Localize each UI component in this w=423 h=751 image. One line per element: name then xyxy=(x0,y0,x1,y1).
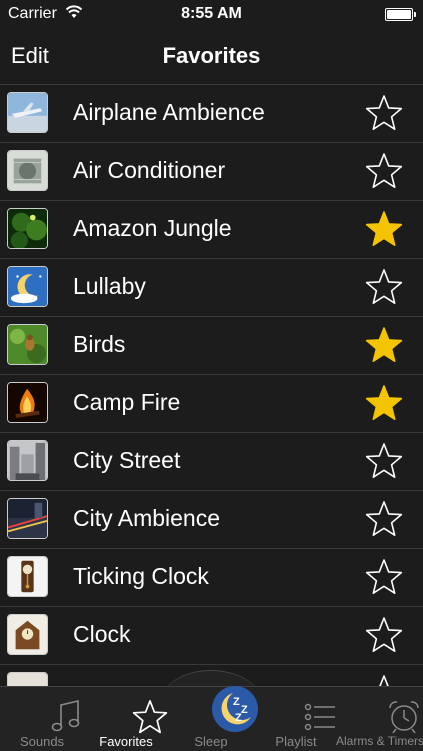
lullaby-thumbnail xyxy=(7,266,48,307)
tab-sounds[interactable]: Sounds xyxy=(0,687,84,751)
list-item-label: Ticking Clock xyxy=(73,563,209,589)
star-outline-icon[interactable] xyxy=(365,94,403,132)
jungle-thumbnail xyxy=(7,208,48,249)
list-item[interactable]: City Ambience xyxy=(0,490,423,548)
svg-text:Z: Z xyxy=(235,712,242,724)
page-title: Favorites xyxy=(162,43,261,68)
star-outline-icon[interactable] xyxy=(365,442,403,480)
star-outline-icon[interactable] xyxy=(365,500,403,538)
tab-sleep[interactable]: Z Z Z Sleep xyxy=(169,686,258,751)
list-item[interactable]: Airplane Ambience xyxy=(0,84,423,142)
list-item[interactable]: Birds xyxy=(0,316,423,374)
list-item[interactable]: Ticking Clock xyxy=(0,548,423,606)
list-item-label: City Ambience xyxy=(73,505,221,531)
tab-favorites[interactable]: Favorites xyxy=(84,687,168,751)
ticking-clock-thumbnail xyxy=(7,556,48,597)
tab-label: Playlist xyxy=(275,734,317,749)
air-conditioner-thumbnail xyxy=(7,150,48,191)
birds-thumbnail xyxy=(7,324,48,365)
list-item[interactable]: Amazon Jungle xyxy=(0,200,423,258)
list-item-label: Birds xyxy=(73,331,126,357)
tab-label: Alarms & Timers xyxy=(336,734,423,748)
star-filled-icon[interactable] xyxy=(365,210,403,248)
battery-icon xyxy=(385,8,416,21)
list-item[interactable]: Clock xyxy=(0,606,423,664)
list-item-label: City Street xyxy=(73,447,181,473)
airplane-thumbnail xyxy=(7,92,48,133)
tab-playlist[interactable]: Playlist xyxy=(254,687,338,751)
svg-text:Z: Z xyxy=(233,696,240,708)
list-item[interactable]: Camp Fire xyxy=(0,374,423,432)
list-item-label: Clock xyxy=(73,621,131,647)
clock-thumbnail xyxy=(7,614,48,655)
tab-label: Favorites xyxy=(99,734,153,749)
star-filled-icon[interactable] xyxy=(365,326,403,364)
tab-bar: Sounds Favorites Z Z Z Sleep Playlist Alarms & … xyxy=(0,686,423,751)
list-item-label: Lullaby xyxy=(73,273,146,299)
star-outline-icon[interactable] xyxy=(365,152,403,190)
list-item[interactable]: City Street xyxy=(0,432,423,490)
tab-label: Sounds xyxy=(19,734,65,749)
list-item[interactable]: Lullaby xyxy=(0,258,423,316)
list-item[interactable]: Air Conditioner xyxy=(0,142,423,200)
star-outline-icon[interactable] xyxy=(365,674,403,686)
status-time: 8:55 AM xyxy=(181,5,242,22)
city-street-thumbnail xyxy=(7,440,48,481)
status-bar: Carrier 8:55 AM xyxy=(0,0,423,30)
star-filled-icon[interactable] xyxy=(365,384,403,422)
partial-thumbnail xyxy=(7,672,48,686)
svg-text:Z: Z xyxy=(241,704,248,716)
city-ambience-thumbnail xyxy=(7,498,48,539)
list-item-label: Camp Fire xyxy=(73,389,181,415)
list-item-label: Air Conditioner xyxy=(73,157,226,183)
list-item-label: Airplane Ambience xyxy=(73,99,265,125)
star-outline-icon[interactable] xyxy=(365,268,403,306)
tab-alarms-timers[interactable]: Alarms & Timers xyxy=(336,687,423,751)
nav-bar: Edit Favorites xyxy=(0,30,423,84)
star-outline-icon[interactable] xyxy=(365,616,403,654)
star-outline-icon[interactable] xyxy=(365,558,403,596)
favorites-list[interactable]: Airplane Ambience Air Conditioner Amazon J… xyxy=(0,84,423,686)
campfire-thumbnail xyxy=(7,382,48,423)
tab-label: Sleep xyxy=(194,734,228,749)
list-item-label: Amazon Jungle xyxy=(73,215,232,241)
